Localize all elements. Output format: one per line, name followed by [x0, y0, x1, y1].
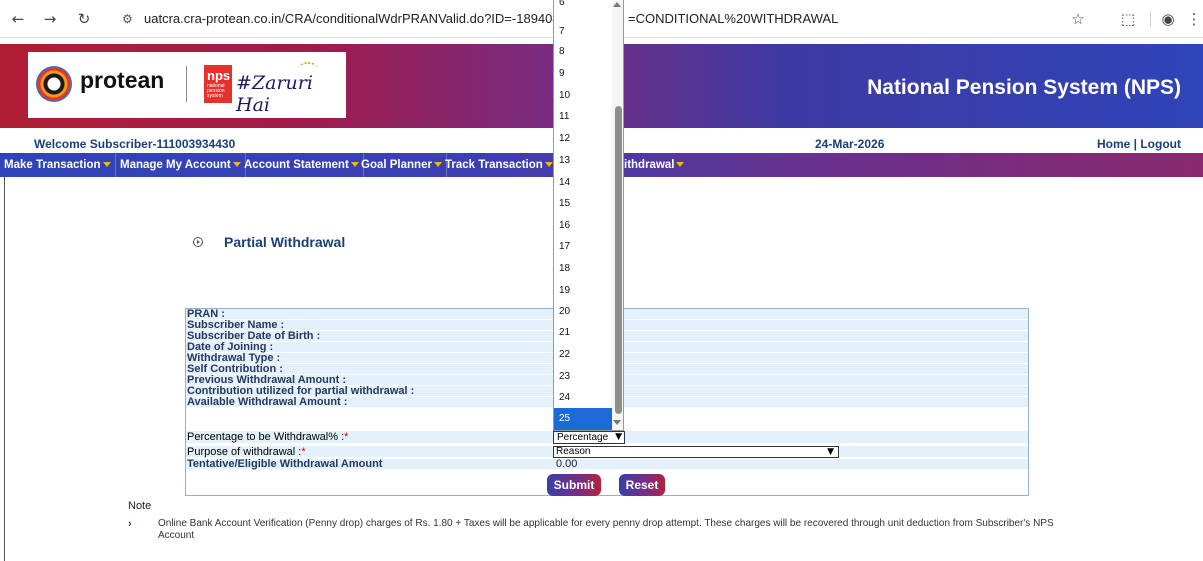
dropdown-option[interactable]: 22: [554, 344, 612, 366]
star-icon[interactable]: ☆: [1068, 9, 1088, 29]
menu-make-transaction[interactable]: Make Transaction: [0, 153, 116, 177]
field-value: [554, 309, 1028, 320]
percentage-dropdown-list[interactable]: 6 7 8 9 10 11 12 13 14 15 16 17 18 19 20…: [553, 0, 624, 431]
note-text: Online Bank Account Verification (Penny …: [158, 518, 1054, 541]
note-heading: Note: [128, 500, 152, 512]
menu-label: Make Transaction: [4, 159, 101, 171]
reset-button[interactable]: Reset: [619, 474, 665, 496]
system-title: National Pension System (NPS): [867, 76, 1181, 99]
dropdown-option[interactable]: 10: [554, 85, 612, 107]
profile-icon[interactable]: ◉: [1158, 9, 1178, 29]
field-label: Available Withdrawal Amount :: [186, 397, 554, 408]
percentage-label: Percentage to be Withdrawal% :: [187, 431, 345, 443]
dropdown-option[interactable]: 17: [554, 236, 612, 258]
dropdown-option[interactable]: 9: [554, 63, 612, 85]
field-value: [554, 364, 1028, 375]
field-value: taram Gurav: [554, 320, 1028, 331]
nps-logo-icon: nps national pension system: [204, 65, 232, 103]
nps-logo-subtext: national pension system: [207, 83, 225, 99]
logo-divider: [186, 66, 187, 102]
dropdown-option[interactable]: 13: [554, 150, 612, 172]
menu-manage-my-account[interactable]: Manage My Account: [116, 153, 246, 177]
chevron-right-icon: ›: [128, 518, 132, 530]
menu-label: Track Transaction: [445, 159, 543, 171]
home-logout-links[interactable]: Home | Logout: [1097, 137, 1181, 151]
dropdown-option[interactable]: 21: [554, 322, 612, 344]
form-row-tentative-amount: Tentative/Eligible Withdrawal Amount 0.0…: [186, 459, 1028, 470]
scroll-down-icon[interactable]: [613, 420, 621, 425]
field-value: [554, 386, 1028, 397]
dropdown-option-selected[interactable]: 25: [554, 408, 612, 430]
reload-icon[interactable]: ↻: [74, 9, 94, 29]
dropdown-option[interactable]: 19: [554, 280, 612, 302]
menu-label: Goal Planner: [361, 159, 432, 171]
field-value: [554, 331, 1028, 342]
caret-down-icon: [676, 162, 685, 168]
protean-logo-icon: [36, 66, 72, 102]
dropdown-option[interactable]: 14: [554, 172, 612, 194]
field-value: wal: [554, 353, 1028, 364]
scrollbar-thumb[interactable]: [615, 106, 622, 414]
dropdown-option[interactable]: 16: [554, 215, 612, 237]
caret-down-icon: [544, 162, 553, 168]
menu-goal-planner[interactable]: Goal Planner: [357, 153, 447, 177]
welcome-text: Welcome Subscriber-111003934430: [34, 137, 236, 151]
purpose-select[interactable]: Reason ▼: [553, 446, 839, 458]
dropdown-option[interactable]: 18: [554, 258, 612, 280]
dropdown-option[interactable]: 6: [554, 0, 612, 10]
dropdown-option[interactable]: 24: [554, 387, 612, 409]
dropdown-option[interactable]: 8: [554, 41, 612, 63]
field-label: Percentage to be Withdrawal% :*: [186, 431, 554, 444]
chevron-down-icon: ▼: [615, 432, 622, 442]
dropdown-option[interactable]: 7: [554, 21, 612, 43]
dropdown-option[interactable]: 20: [554, 301, 612, 323]
field-label: Tentative/Eligible Withdrawal Amount: [186, 459, 554, 470]
page-title: Partial Withdrawal: [224, 234, 346, 250]
field-value: [554, 342, 1028, 353]
field-value: [554, 375, 1028, 386]
percentage-select[interactable]: Percentage ▼: [553, 431, 625, 444]
site-info-icon[interactable]: ⚙: [122, 7, 133, 31]
dropdown-option[interactable]: 12: [554, 128, 612, 150]
bullet-icon: [193, 237, 203, 247]
forward-icon[interactable]: →: [40, 9, 60, 29]
required-mark: *: [301, 446, 306, 458]
menu-track-transaction[interactable]: Track Transaction: [441, 153, 558, 177]
dropdown-option[interactable]: 15: [554, 193, 612, 215]
url-text-left: uatcra.cra-protean.co.in/CRA/conditional…: [144, 11, 575, 26]
required-mark: *: [344, 431, 349, 443]
percentage-select-value: Percentage: [557, 432, 609, 443]
content-left-border: [4, 177, 5, 561]
extensions-icon[interactable]: ⬚: [1118, 9, 1138, 29]
submit-button[interactable]: Submit: [547, 474, 601, 496]
url-text-right: =CONDITIONAL%20WITHDRAWAL: [628, 11, 839, 26]
tentative-amount-value: 0.00: [554, 459, 1028, 470]
menu-label: Account Statement: [244, 159, 349, 171]
nps-logo-text: nps: [207, 68, 231, 83]
menu-icon[interactable]: ⋮: [1184, 9, 1203, 29]
chevron-down-icon: ▼: [827, 447, 834, 457]
field-value-cell: [554, 431, 1028, 444]
purpose-label: Purpose of withdrawal :: [187, 446, 302, 458]
menu-withdrawal[interactable]: ithdrawal: [620, 153, 688, 177]
menu-account-statement[interactable]: Account Statement: [240, 153, 364, 177]
toolbar-divider: [1150, 11, 1151, 27]
protean-brand: protean: [80, 67, 165, 93]
field-value: [554, 397, 1028, 408]
current-date: 24-Mar-2026: [815, 137, 885, 151]
field-label: Purpose of withdrawal :*: [186, 446, 554, 458]
sun-rays-icon: [298, 62, 318, 76]
scroll-up-icon[interactable]: [613, 2, 621, 7]
caret-down-icon: [102, 162, 111, 168]
menu-label: Manage My Account: [120, 159, 231, 171]
back-icon[interactable]: ←: [8, 9, 28, 29]
purpose-select-value: Reason: [556, 446, 591, 457]
dropdown-option[interactable]: 23: [554, 366, 612, 388]
dropdown-option[interactable]: 11: [554, 106, 612, 128]
menu-label: ithdrawal: [624, 159, 675, 171]
tagline: #Zaruri Hai: [236, 72, 313, 116]
logo-panel: protean nps national pension system #Zar…: [28, 52, 346, 118]
